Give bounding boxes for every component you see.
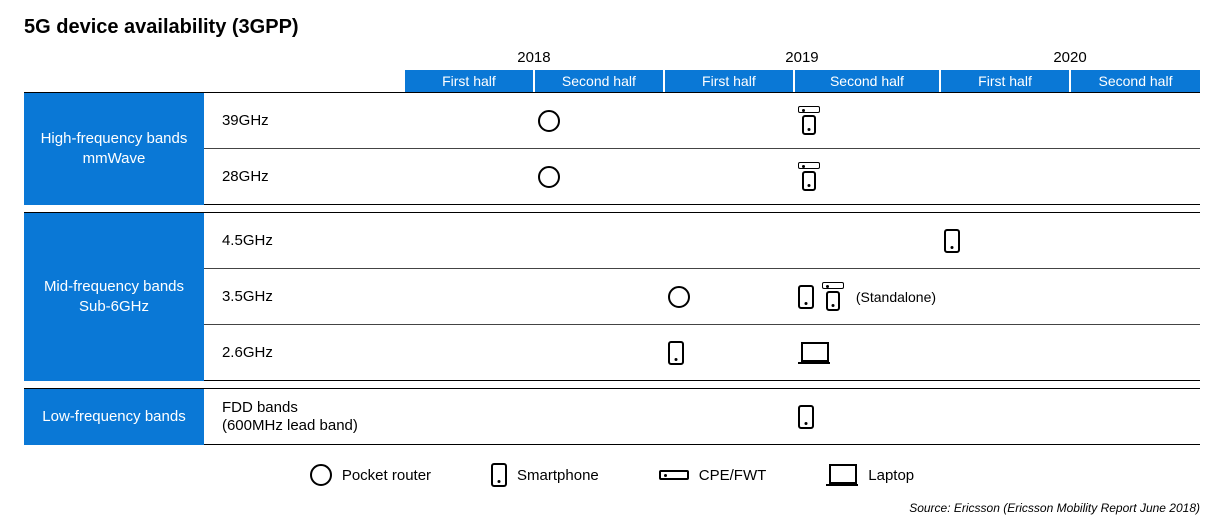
legend-laptop: Laptop <box>826 464 914 486</box>
pocket-router-icon <box>668 286 690 308</box>
year-2020: 2020 <box>940 47 1200 70</box>
freq-fdd: FDD bands (600MHz lead band) <box>204 389 404 445</box>
group-label-line: mmWave <box>83 150 146 167</box>
table-row: Low-frequency bands FDD bands (600MHz le… <box>24 389 1200 445</box>
pocket-router-icon <box>310 464 332 486</box>
freq-4-5ghz: 4.5GHz <box>204 213 404 269</box>
cpe-icon <box>798 162 820 169</box>
group-mid-freq: Mid-frequency bands Sub-6GHz <box>24 213 204 381</box>
table-row: High-frequency bands mmWave 39GHz <box>24 93 1200 149</box>
col-2020-h1: First half <box>940 70 1070 92</box>
legend-label: Smartphone <box>517 467 599 484</box>
col-2020-h2: Second half <box>1070 70 1200 92</box>
freq-39ghz: 39GHz <box>204 93 404 149</box>
smartphone-icon <box>491 463 507 487</box>
smartphone-icon <box>798 285 814 309</box>
chart-title: 5G device availability (3GPP) <box>24 16 1200 39</box>
pocket-router-icon <box>538 110 560 132</box>
legend-label: Pocket router <box>342 467 431 484</box>
freq-2-6ghz: 2.6GHz <box>204 325 404 381</box>
col-2019-h2: Second half <box>794 70 940 92</box>
smartphone-icon <box>668 341 684 365</box>
half-header-row: First half Second half First half Second… <box>24 70 1200 92</box>
table-row: Mid-frequency bands Sub-6GHz 4.5GHz <box>24 213 1200 269</box>
smartphone-icon <box>802 171 816 191</box>
cpe-icon <box>659 470 689 480</box>
cpe-icon <box>822 282 844 289</box>
group-high-freq: High-frequency bands mmWave <box>24 93 204 205</box>
pocket-router-icon <box>538 166 560 188</box>
year-header-row: 2018 2019 2020 <box>24 47 1200 70</box>
col-2018-h1: First half <box>404 70 534 92</box>
legend-label: Laptop <box>868 467 914 484</box>
legend: Pocket router Smartphone CPE/FWT Laptop <box>24 463 1200 487</box>
smartphone-icon <box>826 291 840 311</box>
group-label-line: High-frequency bands <box>41 130 188 147</box>
smartphone-icon <box>798 405 814 429</box>
group-low-freq: Low-frequency bands <box>24 389 204 445</box>
year-2019: 2019 <box>664 47 940 70</box>
laptop-icon <box>826 464 858 486</box>
cpe-icon <box>798 106 820 113</box>
year-2018: 2018 <box>404 47 664 70</box>
group-label-line: Sub-6GHz <box>79 298 149 315</box>
group-label-line: Low-frequency bands <box>42 408 185 425</box>
col-2019-h1: First half <box>664 70 794 92</box>
smartphone-icon <box>944 229 960 253</box>
cpe-phone-stack-icon <box>822 282 844 311</box>
source-note: Source: Ericsson (Ericsson Mobility Repo… <box>24 501 1200 515</box>
cpe-phone-stack-icon <box>798 106 820 135</box>
legend-label: CPE/FWT <box>699 467 767 484</box>
freq-label-line: (600MHz lead band) <box>222 417 358 434</box>
availability-table: 2018 2019 2020 First half Second half Fi… <box>24 47 1200 445</box>
legend-smartphone: Smartphone <box>491 463 599 487</box>
legend-cpe: CPE/FWT <box>659 467 767 484</box>
laptop-icon <box>798 342 830 364</box>
smartphone-icon <box>802 115 816 135</box>
col-2018-h2: Second half <box>534 70 664 92</box>
group-label-line: Mid-frequency bands <box>44 278 184 295</box>
legend-pocket-router: Pocket router <box>310 464 431 486</box>
freq-label-line: FDD bands <box>222 399 298 416</box>
freq-3-5ghz: 3.5GHz <box>204 269 404 325</box>
cpe-phone-stack-icon <box>798 162 820 191</box>
freq-28ghz: 28GHz <box>204 149 404 205</box>
standalone-note: (Standalone) <box>856 289 936 305</box>
